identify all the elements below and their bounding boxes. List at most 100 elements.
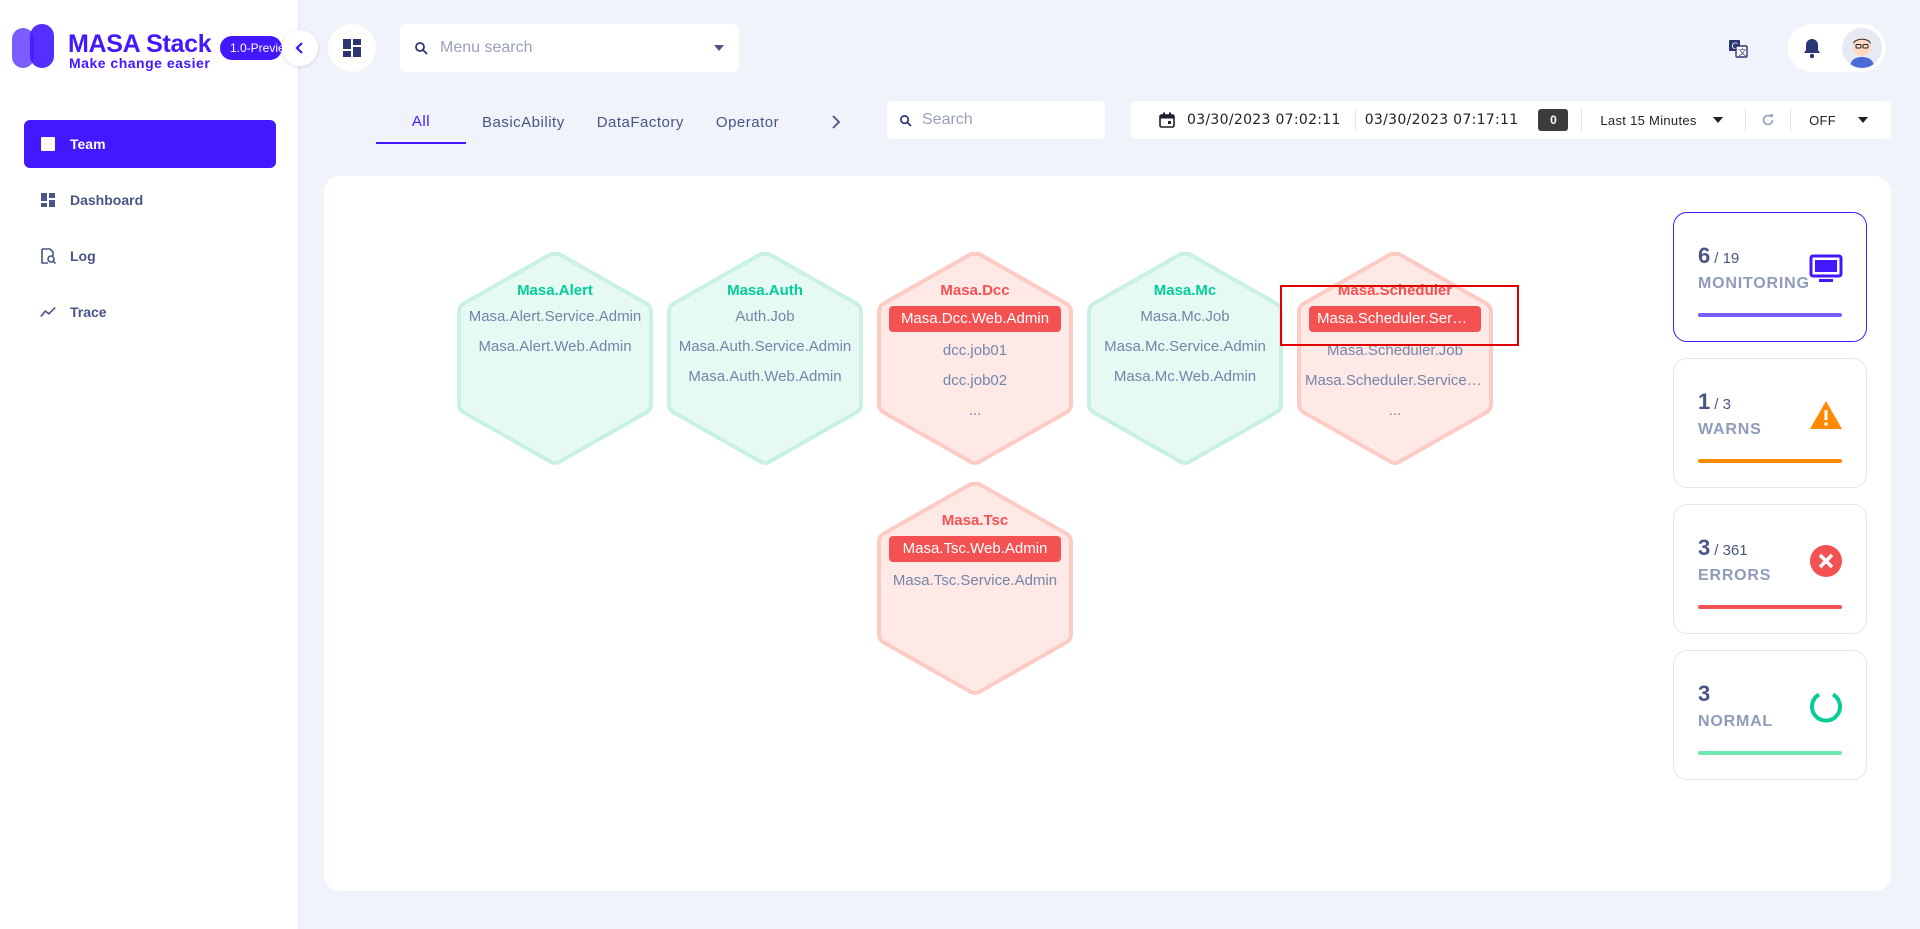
service-item[interactable]: Masa.Mc.Service.Admin [1085, 332, 1285, 362]
stat-label: WARNS [1698, 421, 1762, 438]
avatar[interactable] [1842, 28, 1882, 68]
apps-grid-icon [343, 39, 361, 57]
service-group-title: Masa.Mc [1153, 282, 1217, 299]
service-hexagon[interactable]: Masa.Tsc Masa.Tsc.Web.Admin Masa.Tsc.Servi… [875, 480, 1075, 696]
tabs-next-button[interactable] [822, 108, 850, 136]
service-item[interactable]: Masa.Mc.Job [1085, 302, 1285, 332]
end-time[interactable]: 03/30/2023 07:17:11 [1356, 101, 1532, 139]
service-item[interactable]: dcc.job01 [875, 336, 1075, 366]
service-hexagon[interactable]: Masa.Dcc Masa.Dcc.Web.Admin dcc.job01 dcc.j… [875, 250, 1075, 466]
service-item[interactable]: Masa.Scheduler.Job [1295, 336, 1495, 366]
sidebar-item-label: Team [70, 136, 106, 152]
stat-monitoring[interactable]: 6/ 19 MONITORING [1673, 212, 1867, 342]
tab-datafactory[interactable]: DataFactory [581, 100, 700, 144]
tab-operator[interactable]: Operator [700, 100, 795, 144]
trend-icon [40, 304, 56, 320]
stat-bar [1698, 313, 1842, 317]
sidebar: MASA Stack Make change easier 1.0-Previe… [0, 0, 299, 929]
service-group-title: Masa.Scheduler [1337, 282, 1453, 299]
auto-refresh-select[interactable]: OFF [1791, 101, 1891, 139]
time-range-value: Last 15 Minutes [1600, 112, 1697, 128]
service-item-error[interactable]: Masa.Dcc.Web.Admin [889, 306, 1061, 332]
sidebar-item-log[interactable]: Log [24, 232, 276, 280]
stat-count: 1/ 3 [1698, 389, 1731, 414]
service-group-title: Masa.Alert [517, 282, 593, 299]
service-item-error[interactable]: Masa.Scheduler.Service [1309, 306, 1481, 332]
sidebar-item-label: Log [70, 248, 96, 264]
chevron-right-icon [832, 115, 841, 129]
stat-errors[interactable]: 3/ 361 ERRORS [1673, 504, 1867, 634]
stat-label: ERRORS [1698, 567, 1772, 584]
service-group-title: Masa.Tsc [941, 512, 1009, 529]
service-hexagon[interactable]: Masa.Alert Masa.Alert.Service.Admin Masa.A… [455, 250, 655, 466]
start-time-text: 03/30/2023 07:02:11 [1187, 112, 1341, 128]
start-time[interactable]: 03/30/2023 07:02:11 [1131, 101, 1355, 139]
refresh-icon [1762, 114, 1774, 126]
service-item[interactable]: Auth.Job [665, 302, 865, 332]
stat-label: MONITORING [1698, 275, 1810, 292]
service-item[interactable]: ... [1295, 396, 1495, 426]
service-search[interactable] [887, 101, 1105, 139]
stat-count: 6/ 19 [1698, 243, 1740, 268]
svg-text:文: 文 [1739, 47, 1747, 57]
translate-icon: G文 [1729, 40, 1748, 58]
time-range-select[interactable]: Last 15 Minutes [1582, 101, 1745, 139]
refresh-button[interactable] [1746, 101, 1790, 139]
sidebar-item-team[interactable]: Team [24, 120, 276, 168]
collapse-sidebar-button[interactable] [282, 30, 318, 66]
stat-label: NORMAL [1698, 713, 1774, 730]
calendar-icon [1159, 112, 1175, 128]
auto-refresh-value: OFF [1809, 112, 1837, 128]
notifications-button[interactable] [1788, 24, 1836, 72]
service-item[interactable]: ... [875, 396, 1075, 426]
brand-tagline: Make change easier [69, 55, 211, 71]
service-item[interactable]: Masa.Alert.Web.Admin [455, 332, 655, 362]
tab-all[interactable]: All [376, 100, 466, 144]
offset-badge[interactable]: 0 [1538, 109, 1569, 131]
brand-logo [12, 24, 58, 70]
dashboard-icon [40, 192, 56, 208]
caret-down-icon[interactable] [713, 44, 725, 52]
service-item[interactable]: Masa.Scheduler.Service.Admin [1295, 366, 1495, 396]
search-icon [900, 114, 912, 127]
service-group-title: Masa.Dcc [940, 282, 1010, 299]
service-hexagon[interactable]: Masa.Scheduler Masa.Scheduler.Service Masa… [1295, 250, 1495, 466]
tab-basicability[interactable]: BasicAbility [466, 100, 581, 144]
stat-bar [1698, 751, 1842, 755]
stat-count: 3 [1698, 681, 1711, 706]
sidebar-item-label: Dashboard [70, 192, 144, 208]
sidebar-item-trace[interactable]: Trace [24, 288, 276, 336]
end-time-text: 03/30/2023 07:17:11 [1364, 112, 1519, 128]
menu-search-input[interactable] [440, 39, 713, 57]
caret-down-icon [1712, 117, 1723, 123]
language-button[interactable]: G文 [1714, 24, 1762, 72]
service-item-error[interactable]: Masa.Tsc.Web.Admin [889, 536, 1061, 562]
service-item[interactable]: Masa.Alert.Service.Admin [455, 302, 655, 332]
menu-search[interactable] [400, 24, 739, 72]
team-icon [40, 136, 56, 152]
search-icon [415, 42, 428, 55]
user-avatar-icon [1842, 28, 1882, 68]
service-hexagon[interactable]: Masa.Auth Auth.Job Masa.Auth.Service.Admin… [665, 250, 865, 466]
chevron-left-icon [295, 42, 303, 54]
stat-warns[interactable]: 1/ 3 WARNS [1673, 358, 1867, 488]
stat-bar [1698, 459, 1842, 463]
caret-down-icon [1858, 117, 1869, 123]
apps-button[interactable] [328, 24, 376, 72]
warning-icon [1808, 397, 1844, 433]
service-hexagon[interactable]: Masa.Mc Masa.Mc.Job Masa.Mc.Service.Admin M… [1085, 250, 1285, 466]
service-item[interactable]: Masa.Mc.Web.Admin [1085, 362, 1285, 392]
sidebar-item-dashboard[interactable]: Dashboard [24, 176, 276, 224]
service-group-title: Masa.Auth [727, 282, 803, 299]
service-search-input[interactable] [922, 111, 1082, 129]
time-range-bar: 03/30/2023 07:02:11 03/30/2023 07:17:11 … [1131, 101, 1891, 139]
service-item[interactable]: Masa.Tsc.Service.Admin [875, 566, 1075, 596]
bell-icon [1804, 39, 1820, 59]
service-item[interactable]: dcc.job02 [875, 366, 1075, 396]
category-tabs: All BasicAbility DataFactory Operator [376, 100, 795, 144]
service-item[interactable]: Masa.Auth.Service.Admin [665, 332, 865, 362]
sidebar-item-label: Trace [70, 304, 107, 320]
normal-ring-icon [1808, 689, 1844, 725]
service-item[interactable]: Masa.Auth.Web.Admin [665, 362, 865, 392]
stat-normal[interactable]: 3 NORMAL [1673, 650, 1867, 780]
